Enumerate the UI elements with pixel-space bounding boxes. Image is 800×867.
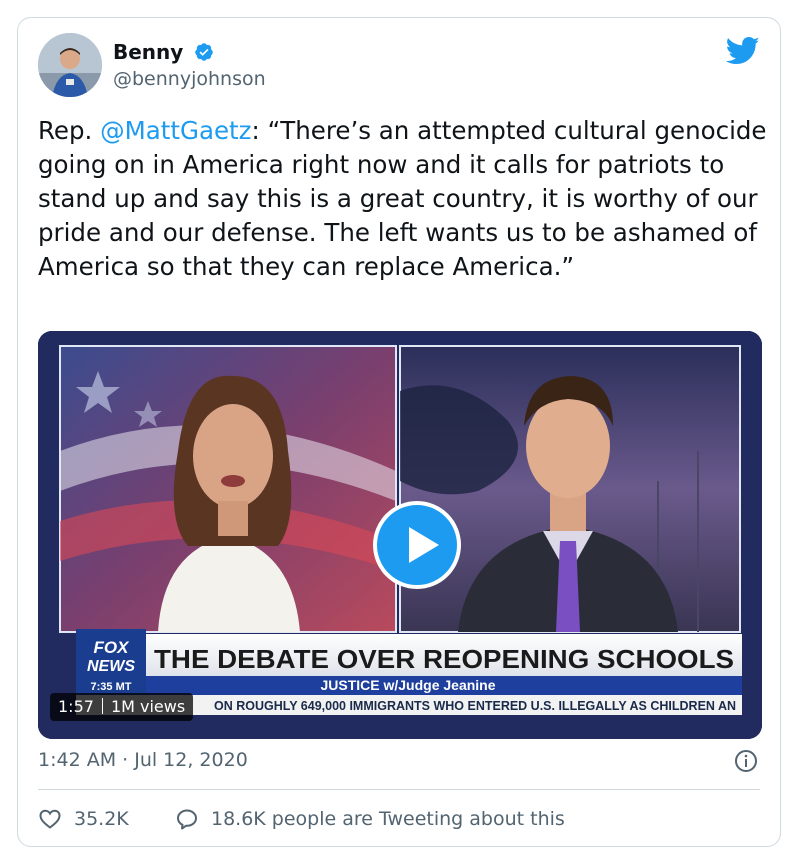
speech-bubble-icon: [177, 809, 197, 830]
chyron-logo-top: FOX: [94, 638, 131, 657]
chyron-time: 7:35 MT: [91, 681, 132, 693]
video-views: 1M views: [110, 697, 186, 716]
video-player[interactable]: FOX NEWS 7:35 MT THE DEBATE OVER REOPENI…: [38, 331, 762, 739]
author-handle[interactable]: @bennyjohnson: [113, 68, 266, 90]
meta-separator: [101, 698, 103, 714]
chyron-ticker: ON ROUGHLY 649,000 IMMIGRANTS WHO ENTERE…: [214, 698, 736, 713]
like-button[interactable]: 35.2K: [38, 807, 129, 831]
chyron-show: JUSTICE w/Judge Jeanine: [320, 677, 495, 693]
heart-icon: [39, 809, 61, 829]
chyron-headline: THE DEBATE OVER REOPENING SCHOOLS: [154, 644, 734, 674]
video-duration: 1:57: [58, 697, 94, 716]
divider: [38, 789, 760, 790]
verified-badge-icon: [195, 43, 213, 61]
avatar[interactable]: [38, 33, 102, 97]
video-meta: 1:57 1M views: [50, 693, 194, 721]
info-icon[interactable]: [734, 749, 758, 773]
mention-link[interactable]: @MattGaetz: [100, 116, 251, 145]
tweet-timestamp[interactable]: 1:42 AM · Jul 12, 2020: [38, 749, 248, 771]
conversation-text: 18.6K people are Tweeting about this: [211, 808, 565, 830]
author-name[interactable]: Benny: [113, 40, 183, 64]
tweet-text: Rep. @MattGaetz: “There’s an attempted c…: [38, 114, 768, 284]
twitter-bird-icon[interactable]: [726, 36, 760, 66]
like-count: 35.2K: [74, 808, 129, 830]
chyron-logo-bottom: NEWS: [87, 658, 135, 675]
tweet-text-prefix: Rep.: [38, 116, 101, 145]
play-icon: [409, 527, 439, 563]
play-button[interactable]: [373, 501, 461, 589]
conversation-link[interactable]: 18.6K people are Tweeting about this: [175, 807, 565, 831]
tweet-card: Benny @bennyjohnson Rep. @MattGaetz: “Th…: [17, 17, 781, 847]
